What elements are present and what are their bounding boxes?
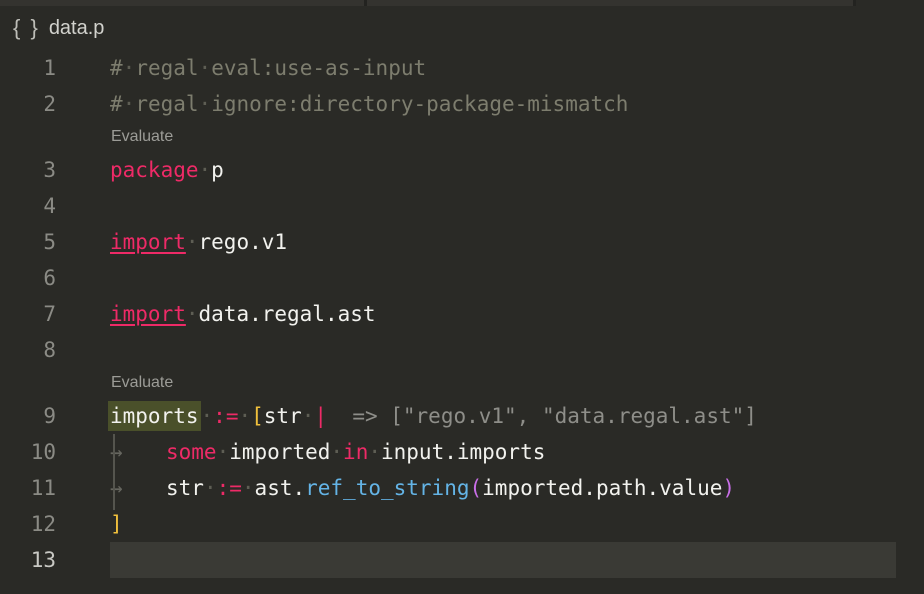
line-number[interactable]: 2 bbox=[0, 86, 110, 122]
code-token: ignore:directory-package-mismatch bbox=[211, 92, 628, 116]
code-line-9: 9imports·:=·[str·| => ["rego.v1", "data.… bbox=[0, 398, 924, 434]
line-number[interactable]: 3 bbox=[0, 152, 110, 188]
whitespace-dot: · bbox=[186, 230, 199, 254]
code-token: regal bbox=[135, 56, 198, 80]
breadcrumb: { } data.p bbox=[0, 6, 924, 50]
line-content[interactable]: →str·:=·ast.ref_to_string(imported.path.… bbox=[110, 470, 896, 506]
whitespace-dot: · bbox=[204, 476, 217, 500]
code-line-8: 8 bbox=[0, 332, 924, 368]
line-content[interactable]: →some·imported·in·input.imports bbox=[110, 434, 896, 470]
line-content[interactable] bbox=[110, 332, 896, 368]
code-editor[interactable]: 1#·regal·eval:use-as-input2#·regal·ignor… bbox=[0, 50, 924, 594]
code-line-5: 5import·rego.v1 bbox=[0, 224, 924, 260]
codelens-evaluate-link[interactable]: Evaluate bbox=[111, 122, 173, 152]
code-token: import bbox=[110, 302, 186, 326]
code-token: imported bbox=[229, 440, 330, 464]
code-line-10: 10→some·imported·in·input.imports bbox=[0, 434, 924, 470]
tab-whitespace-arrow: → bbox=[110, 470, 166, 506]
line-number[interactable]: 7 bbox=[0, 296, 110, 332]
code-token: := bbox=[213, 404, 238, 428]
code-token: ] bbox=[110, 512, 123, 536]
code-token: ( bbox=[470, 476, 483, 500]
code-line-12: 12] bbox=[0, 506, 924, 542]
code-token: package bbox=[110, 158, 199, 182]
line-number[interactable]: 4 bbox=[0, 188, 110, 224]
line-content[interactable] bbox=[110, 542, 896, 578]
line-number[interactable]: 10 bbox=[0, 434, 110, 470]
whitespace-dot: · bbox=[302, 404, 315, 428]
code-token: data.regal.ast bbox=[199, 302, 376, 326]
whitespace-dot: · bbox=[199, 56, 212, 80]
code-token: input.imports bbox=[381, 440, 545, 464]
line-content[interactable]: imports·:=·[str·| => ["rego.v1", "data.r… bbox=[110, 398, 896, 434]
line-number[interactable]: 9 bbox=[0, 398, 110, 434]
line-number[interactable]: 13 bbox=[0, 542, 110, 578]
code-token: ref_to_string bbox=[305, 476, 469, 500]
code-token: str bbox=[264, 404, 302, 428]
line-content[interactable]: import·data.regal.ast bbox=[110, 296, 896, 332]
code-token: regal bbox=[135, 92, 198, 116]
whitespace-dot: · bbox=[368, 440, 381, 464]
code-rows: 1#·regal·eval:use-as-input2#·regal·ignor… bbox=[0, 50, 924, 578]
whitespace-dot: · bbox=[186, 302, 199, 326]
codelens-evaluate-link[interactable]: Evaluate bbox=[111, 368, 173, 398]
whitespace-dot: · bbox=[199, 158, 212, 182]
line-number[interactable]: 8 bbox=[0, 332, 110, 368]
whitespace-dot: · bbox=[238, 404, 251, 428]
code-token: p bbox=[211, 158, 224, 182]
whitespace-dot: · bbox=[201, 404, 214, 428]
code-line-3: 3package·p bbox=[0, 152, 924, 188]
line-content[interactable]: package·p bbox=[110, 152, 896, 188]
code-token: | bbox=[314, 404, 327, 428]
line-number[interactable]: 5 bbox=[0, 224, 110, 260]
line-content[interactable]: #·regal·eval:use-as-input bbox=[110, 50, 896, 86]
line-content[interactable]: import·rego.v1 bbox=[110, 224, 896, 260]
line-number[interactable]: 11 bbox=[0, 470, 110, 506]
whitespace-dot: · bbox=[242, 476, 255, 500]
tab-whitespace-arrow: → bbox=[110, 434, 166, 470]
code-token: := bbox=[217, 476, 242, 500]
file-name[interactable]: data.p bbox=[49, 17, 105, 40]
line-content[interactable]: ] bbox=[110, 506, 896, 542]
editor-window: { } data.p 1#·regal·eval:use-as-input2#·… bbox=[0, 0, 924, 594]
inline-eval-result: => ["rego.v1", "data.regal.ast"] bbox=[327, 404, 757, 428]
code-token: rego.v1 bbox=[199, 230, 288, 254]
whitespace-dot: · bbox=[123, 56, 136, 80]
codelens-row: Evaluate bbox=[0, 122, 924, 152]
code-token: eval:use-as-input bbox=[211, 56, 426, 80]
code-line-7: 7import·data.regal.ast bbox=[0, 296, 924, 332]
whitespace-dot: · bbox=[217, 440, 230, 464]
code-token: imports bbox=[108, 401, 201, 431]
line-content[interactable] bbox=[110, 188, 896, 224]
code-line-4: 4 bbox=[0, 188, 924, 224]
code-token: import bbox=[110, 230, 186, 254]
codelens-row: Evaluate bbox=[0, 368, 924, 398]
code-line-1: 1#·regal·eval:use-as-input bbox=[0, 50, 924, 86]
line-number[interactable]: 12 bbox=[0, 506, 110, 542]
json-braces-icon: { } bbox=[13, 15, 40, 41]
line-number[interactable]: 6 bbox=[0, 260, 110, 296]
code-token: ) bbox=[722, 476, 735, 500]
code-token: str bbox=[166, 476, 204, 500]
code-line-13: 13 bbox=[0, 542, 924, 578]
line-content[interactable] bbox=[110, 260, 896, 296]
line-content[interactable]: #·regal·ignore:directory-package-mismatc… bbox=[110, 86, 896, 122]
whitespace-dot: · bbox=[330, 440, 343, 464]
code-token: in bbox=[343, 440, 368, 464]
code-line-2: 2#·regal·ignore:directory-package-mismat… bbox=[0, 86, 924, 122]
code-token: # bbox=[110, 92, 123, 116]
whitespace-dot: · bbox=[199, 92, 212, 116]
indent-guide bbox=[113, 434, 115, 510]
whitespace-dot: · bbox=[123, 92, 136, 116]
code-token: some bbox=[166, 440, 217, 464]
line-number[interactable]: 1 bbox=[0, 50, 110, 86]
code-token: ast. bbox=[255, 476, 306, 500]
code-token: [ bbox=[251, 404, 264, 428]
code-line-6: 6 bbox=[0, 260, 924, 296]
code-token: imported.path.value bbox=[482, 476, 722, 500]
code-token: # bbox=[110, 56, 123, 80]
code-line-11: 11→str·:=·ast.ref_to_string(imported.pat… bbox=[0, 470, 924, 506]
